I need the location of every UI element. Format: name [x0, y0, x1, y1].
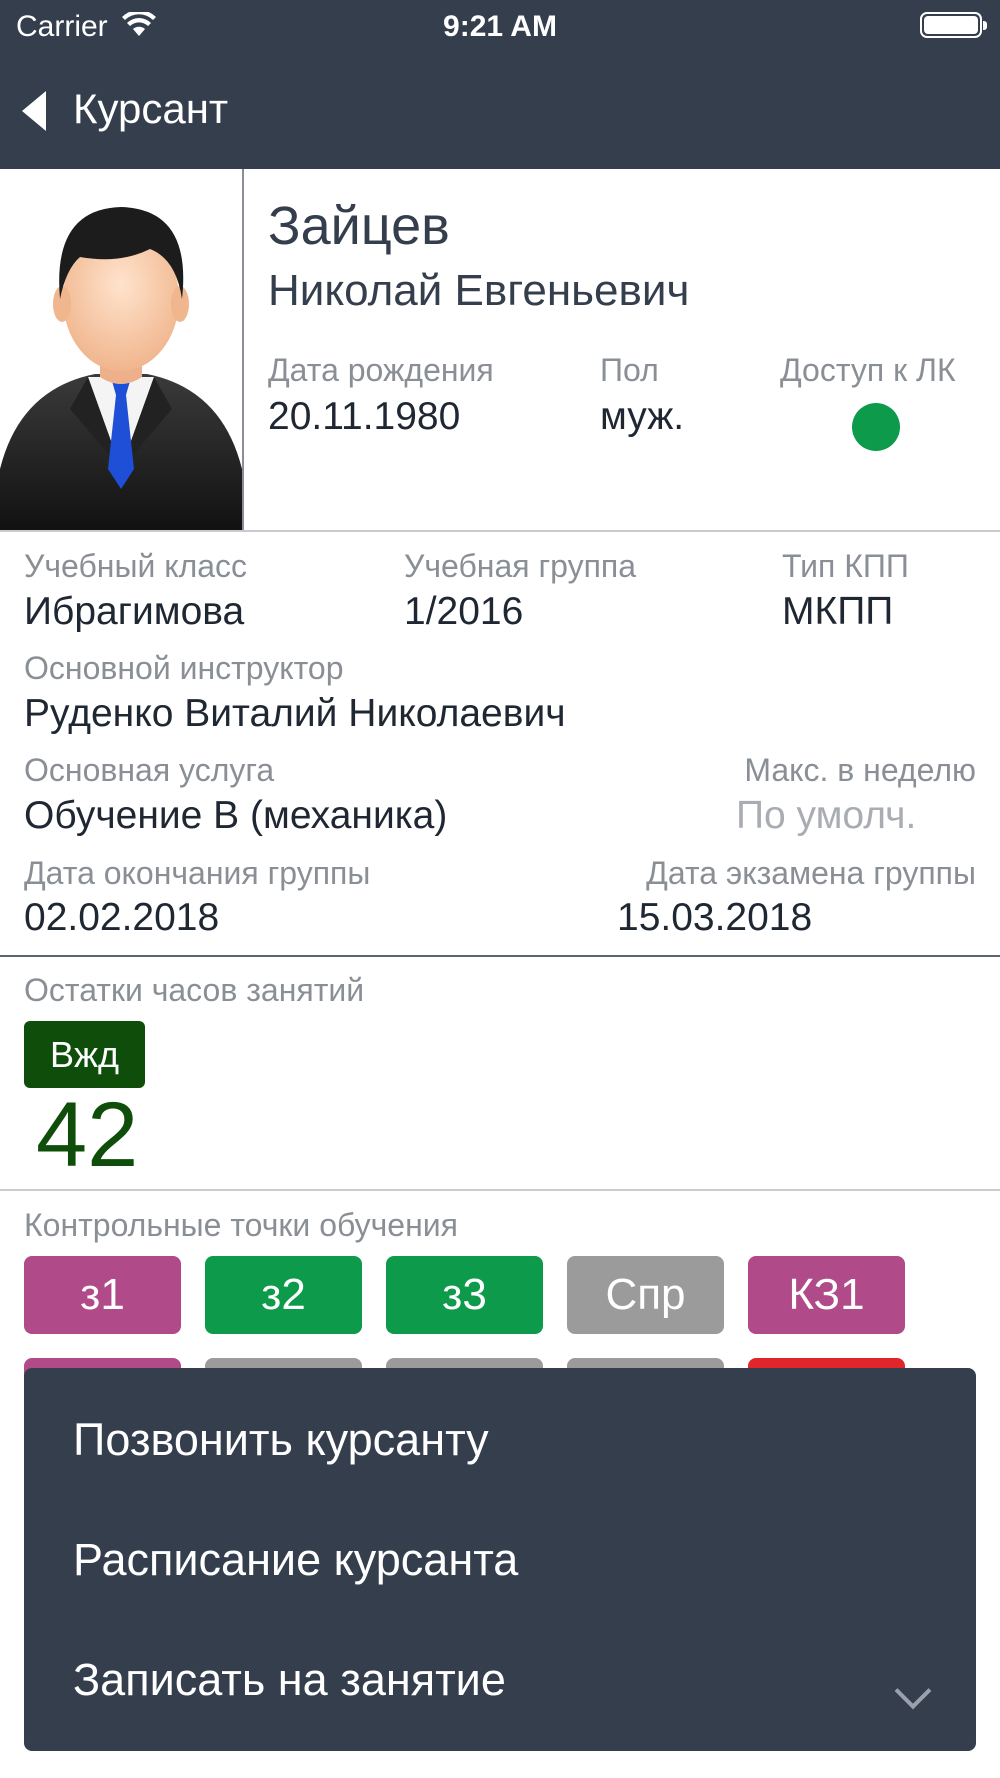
- checkpoint-button[interactable]: з3: [386, 1256, 543, 1334]
- back-arrow-icon: [22, 91, 46, 131]
- profile-divider: [0, 530, 1000, 532]
- checkpoints-label: Контрольные точки обучения: [24, 1207, 458, 1243]
- avatar: [0, 169, 242, 532]
- max-per-week-value[interactable]: По умолч.: [736, 794, 916, 838]
- class-value: Ибрагимова: [24, 590, 245, 633]
- call-student-menu-item[interactable]: Позвонить курсанту: [73, 1414, 489, 1466]
- access-status-indicator: [852, 403, 900, 451]
- clock: 9:21 AM: [443, 10, 557, 43]
- instructor-label: Основной инструктор: [24, 650, 344, 686]
- checkpoint-button[interactable]: з1: [24, 1256, 181, 1334]
- service-label: Основная услуга: [24, 752, 275, 788]
- avatar-divider: [242, 169, 244, 532]
- gender-value: муж.: [600, 395, 685, 438]
- max-per-week-label: Макс. в неделю: [744, 752, 976, 788]
- student-last-name: Зайцев: [268, 196, 450, 256]
- student-profile: Зайцев Николай Евгеньевич Дата рождения …: [0, 169, 1000, 532]
- class-label: Учебный класс: [24, 548, 248, 584]
- status-bar: Carrier 9:21 AM: [0, 0, 1000, 50]
- gender-label: Пол: [600, 352, 659, 388]
- gearbox-value: МКПП: [782, 590, 894, 633]
- nav-title: Курсант: [73, 85, 229, 132]
- details-divider: [0, 955, 1000, 957]
- checkpoint-button[interactable]: Спр: [567, 1256, 724, 1334]
- checkpoint-button[interactable]: з2: [205, 1256, 362, 1334]
- birth-date-label: Дата рождения: [268, 352, 494, 388]
- back-button[interactable]: Курсант: [0, 70, 1000, 150]
- group-value: 1/2016: [404, 590, 524, 633]
- service-value: Обучение B (механика): [24, 794, 448, 837]
- checkpoint-button[interactable]: КЗ1: [748, 1256, 905, 1334]
- access-label: Доступ к ЛК: [780, 352, 956, 388]
- hours-category-badge: Вжд: [24, 1021, 145, 1088]
- group-end-label: Дата окончания группы: [24, 855, 371, 891]
- hours-label: Остатки часов занятий: [24, 972, 365, 1008]
- instructor-value: Руденко Виталий Николаевич: [24, 692, 566, 735]
- gearbox-label: Тип КПП: [782, 548, 909, 584]
- hours-value: 42: [36, 1084, 139, 1186]
- group-end-value: 02.02.2018: [24, 896, 220, 939]
- student-schedule-menu-item[interactable]: Расписание курсанта: [73, 1534, 518, 1586]
- hours-divider: [0, 1189, 1000, 1191]
- app-header: Carrier 9:21 AM Курсант: [0, 0, 1000, 169]
- group-exam-value: 15.03.2018: [617, 896, 813, 939]
- student-first-middle-name: Николай Евгеньевич: [268, 266, 690, 315]
- person-avatar-icon: [0, 207, 242, 532]
- group-exam-label: Дата экзамена группы: [646, 855, 976, 891]
- action-menu: Позвонить курсанту Расписание курсанта З…: [24, 1368, 976, 1751]
- group-label: Учебная группа: [404, 548, 637, 584]
- chevron-down-icon[interactable]: [894, 1672, 932, 1710]
- battery-icon: [920, 12, 987, 38]
- birth-date-value: 20.11.1980: [268, 395, 461, 438]
- book-lesson-menu-item[interactable]: Записать на занятие: [73, 1654, 506, 1706]
